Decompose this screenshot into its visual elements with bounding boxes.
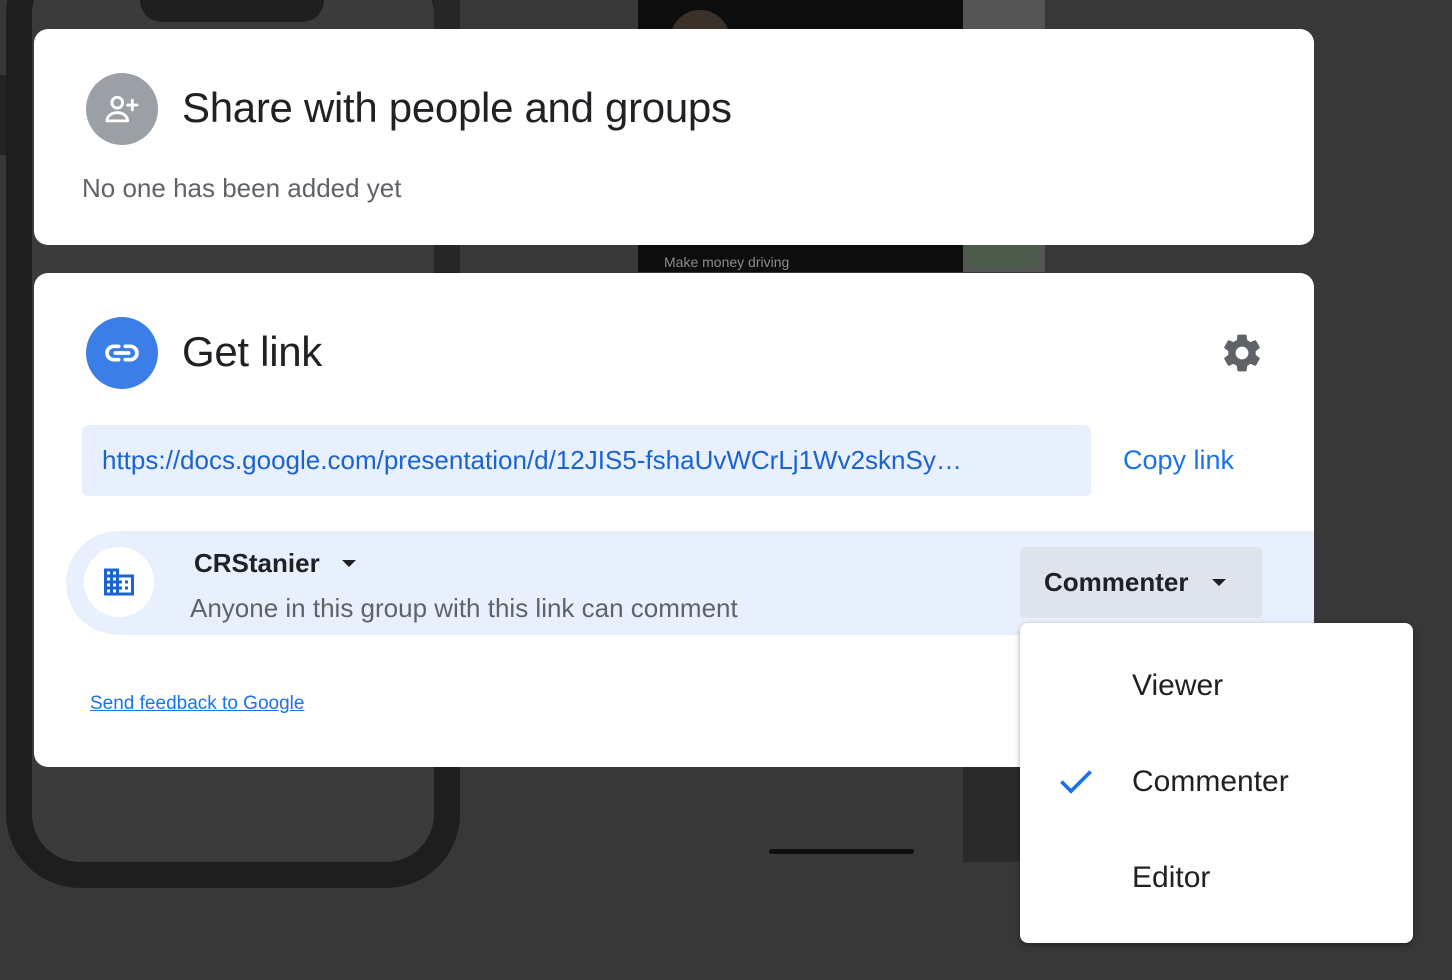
share-avatar <box>86 73 158 145</box>
role-menu-item-label: Commenter <box>1132 765 1289 798</box>
role-menu: Viewer Commenter Editor <box>1020 623 1413 943</box>
chevron-down-icon <box>1212 579 1227 586</box>
group-selector[interactable]: CRStanier <box>194 548 356 579</box>
background-phone-notch <box>140 0 324 22</box>
screen: Make money driving Share with people and… <box>0 0 1452 980</box>
organization-avatar <box>84 547 154 617</box>
link-avatar <box>86 317 158 389</box>
background-home-indicator <box>769 849 914 854</box>
building-icon <box>104 568 134 596</box>
person-add-icon <box>105 95 139 123</box>
background-side-panel <box>963 760 1023 862</box>
role-dropdown-button[interactable]: Commenter <box>1020 547 1262 618</box>
check-icon <box>1060 770 1092 794</box>
role-menu-item-viewer[interactable]: Viewer <box>1020 638 1413 734</box>
group-name-label: CRStanier <box>194 548 320 578</box>
send-feedback-link[interactable]: Send feedback to Google <box>90 693 304 715</box>
link-icon <box>105 344 139 362</box>
role-menu-item-label: Editor <box>1132 861 1211 894</box>
access-description: Anyone in this group with this link can … <box>190 593 738 623</box>
copy-link-button[interactable]: Copy link <box>1123 445 1234 476</box>
get-link-title: Get link <box>182 328 322 375</box>
link-access-row: CRStanier Anyone in this group with this… <box>66 531 1314 635</box>
role-menu-item-editor[interactable]: Editor <box>1020 830 1413 926</box>
background-map-badge <box>966 244 1038 268</box>
share-people-card: Share with people and groups No one has … <box>34 29 1314 245</box>
link-url-field[interactable]: https://docs.google.com/presentation/d/1… <box>82 425 1091 496</box>
role-menu-item-label: Viewer <box>1132 669 1224 702</box>
gear-icon[interactable] <box>1220 331 1264 375</box>
share-empty-message: No one has been added yet <box>82 173 402 203</box>
role-dropdown-label: Commenter <box>1044 567 1189 597</box>
chevron-down-icon <box>341 560 356 567</box>
role-menu-item-commenter[interactable]: Commenter <box>1020 734 1413 830</box>
share-title: Share with people and groups <box>182 84 732 131</box>
link-url-text[interactable]: https://docs.google.com/presentation/d/1… <box>102 445 1071 476</box>
background-video-caption: Make money driving <box>664 254 790 270</box>
